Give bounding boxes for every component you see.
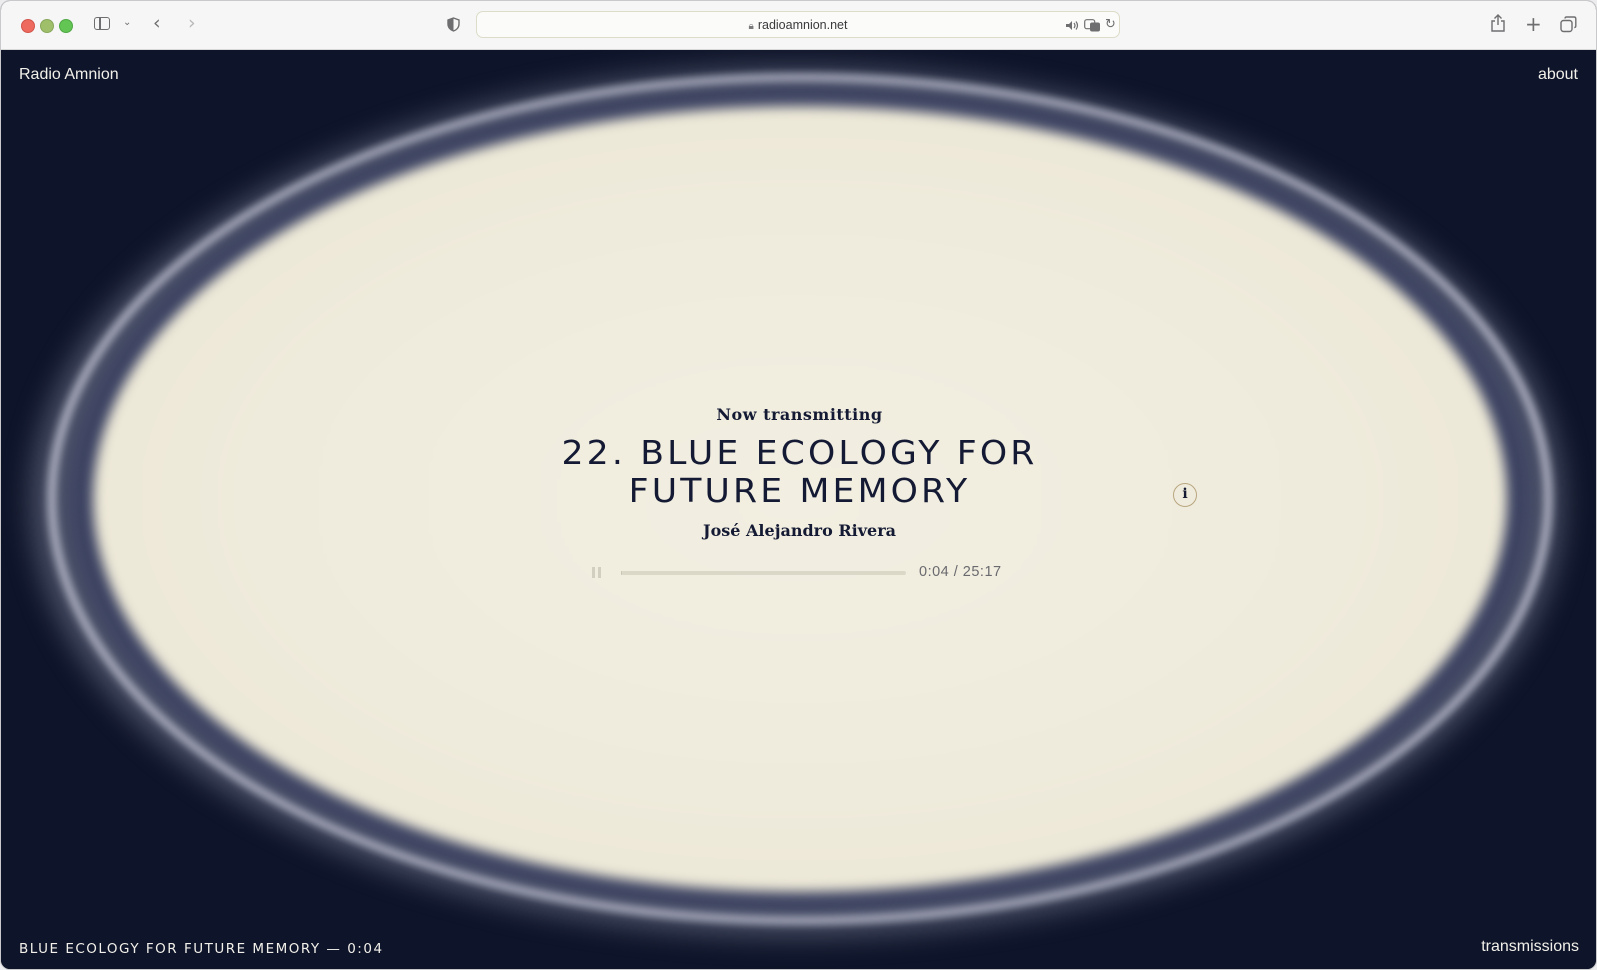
site-title[interactable]: Radio Amnion — [19, 66, 119, 84]
tabs-overview-icon[interactable] — [1560, 16, 1577, 33]
chevron-down-icon[interactable]: ⌄ — [123, 18, 131, 28]
episode-title-line-2: FUTURE MEMORY — [628, 471, 971, 510]
url-text: radioamnion.net — [757, 18, 848, 32]
episode-title: 22. BLUE ECOLOGY FOR FUTURE MEMORY — [1, 433, 1596, 510]
about-link[interactable]: about — [1538, 66, 1578, 84]
share-icon[interactable] — [1491, 14, 1505, 32]
translate-icon[interactable] — [1084, 19, 1101, 32]
reload-icon[interactable]: ↻ — [1105, 18, 1116, 31]
shield-icon[interactable] — [447, 17, 460, 32]
transmissions-link[interactable]: transmissions — [1481, 938, 1579, 956]
page-content: Radio Amnion about Now transmitting 22. … — [1, 50, 1596, 969]
episode-author: José Alejandro Rivera — [703, 521, 896, 540]
sidebar-icon[interactable] — [94, 17, 110, 30]
zoom-window-button[interactable] — [59, 19, 73, 33]
speaker-icon[interactable] — [1065, 20, 1079, 31]
now-transmitting-label: Now transmitting — [716, 405, 883, 424]
lock-icon: 🔒︎ — [748, 21, 754, 32]
progress-track[interactable] — [621, 571, 906, 575]
pause-icon[interactable] — [592, 567, 601, 578]
new-tab-icon[interactable]: + — [1525, 14, 1542, 34]
episode-title-line-1: 22. BLUE ECOLOGY FOR — [561, 433, 1038, 472]
audio-player: 0:04 / 25:17 — [588, 562, 1028, 582]
progress-fill — [621, 571, 622, 575]
info-button[interactable]: i — [1173, 483, 1197, 507]
address-bar[interactable]: 🔒︎ radioamnion.net ↻ — [476, 11, 1120, 38]
browser-toolbar: ⌄ ‹ › 🔒︎ radioamnion.net ↻ + — [1, 1, 1596, 50]
forward-icon[interactable]: › — [188, 14, 196, 33]
browser-window: ⌄ ‹ › 🔒︎ radioamnion.net ↻ + Radio Amnio… — [0, 0, 1597, 970]
footer-now-playing: BLUE ECOLOGY FOR FUTURE MEMORY — 0:04 — [19, 941, 384, 957]
time-display: 0:04 / 25:17 — [919, 564, 1002, 580]
back-icon[interactable]: ‹ — [153, 14, 161, 33]
close-window-button[interactable] — [21, 19, 35, 33]
minimize-window-button[interactable] — [40, 19, 54, 33]
